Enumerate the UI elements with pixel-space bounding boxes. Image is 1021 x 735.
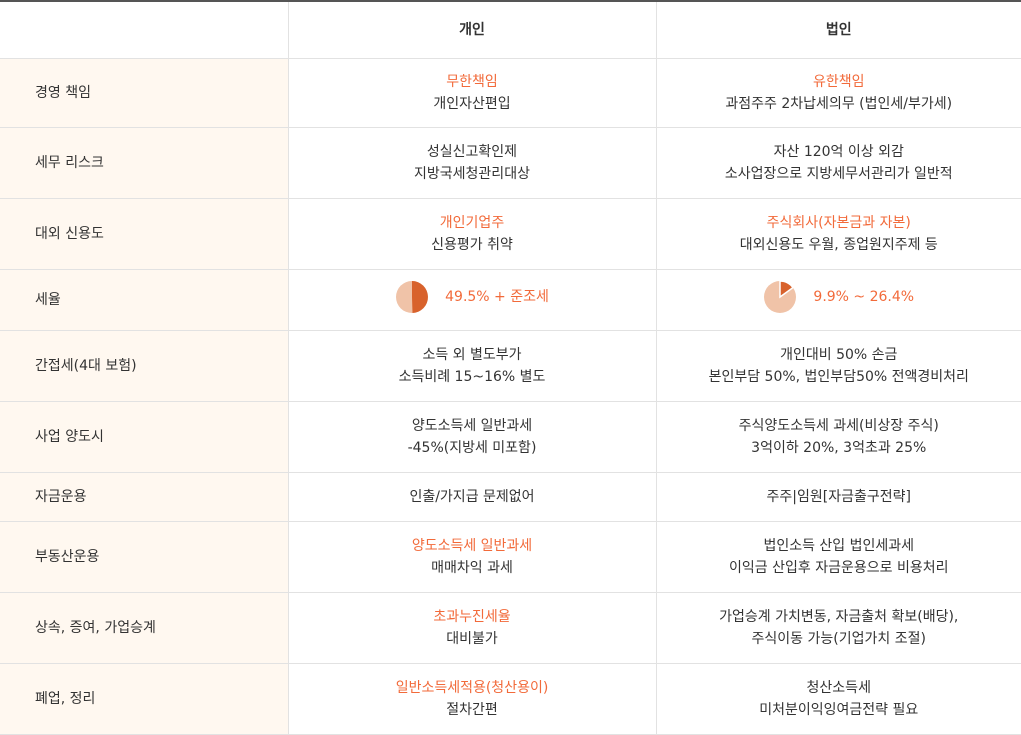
corporate-cell: 자산 120억 이상 외감 소사업장으로 지방세무서관리가 일반적 xyxy=(655,127,1021,199)
personal-detail: 대비불가 xyxy=(446,631,498,647)
table-row: 부동산운용 양도소득세 일반과세 매매차익 과세 법인소득 산입 법인세과세 이… xyxy=(0,521,1021,593)
comparison-table: 개인 법인 경영 책임 무한책임 개인자산편입 유한책임 과점주주 2차납세의무… xyxy=(0,0,1021,735)
row-label: 세무 리스크 xyxy=(0,127,288,199)
personal-cell: 초과누진세율 대비불가 xyxy=(287,592,656,664)
table-row: 사업 양도시 양도소득세 일반과세 -45%(지방세 미포함) 주식양도소득세 … xyxy=(0,401,1021,473)
corporate-highlight: 주식회사(자본금과 자본) xyxy=(766,215,911,231)
corporate-line1: 가업승계 가치변동, 자금출처 확보(배당), xyxy=(719,609,959,625)
table-row: 자금운용 인출/가지급 문제없어 주주|임원[자금출구전략] xyxy=(0,472,1021,522)
header-row: 개인 법인 xyxy=(0,1,1021,59)
table-row: 폐업, 정리 일반소득세적용(청산용이) 절차간편 청산소득세 미처분이익잉여금… xyxy=(0,663,1021,735)
personal-highlight: 일반소득세적용(청산용이) xyxy=(395,680,549,696)
corporate-cell: 주주|임원[자금출구전략] xyxy=(655,472,1021,522)
corporate-detail: 대외신용도 우월, 종업원지주제 등 xyxy=(739,237,938,253)
header-blank xyxy=(0,1,288,59)
corporate-line2: 본인부담 50%, 법인부담50% 전액경비처리 xyxy=(708,369,969,385)
personal-line2: 소득비례 15~16% 별도 xyxy=(398,369,546,385)
header-corporate: 법인 xyxy=(655,1,1021,59)
personal-line1: 양도소득세 일반과세 xyxy=(411,418,533,434)
corporate-cell: 9.9% ~ 26.4% xyxy=(655,269,1021,331)
personal-cell: 양도소득세 일반과세 -45%(지방세 미포함) xyxy=(287,401,656,473)
corporate-detail: 과점주주 2차납세의무 (법인세/부가세) xyxy=(725,96,953,112)
personal-cell: 일반소득세적용(청산용이) 절차간편 xyxy=(287,663,656,735)
row-label: 폐업, 정리 xyxy=(0,663,288,735)
row-label: 사업 양도시 xyxy=(0,401,288,473)
table-row: 상속, 증여, 가업승계 초과누진세율 대비불가 가업승계 가치변동, 자금출처… xyxy=(0,592,1021,664)
corporate-line2: 주식이동 가능(기업가치 조절) xyxy=(751,631,926,647)
personal-cell: 인출/가지급 문제없어 xyxy=(287,472,656,522)
corporate-cell: 유한책임 과점주주 2차납세의무 (법인세/부가세) xyxy=(655,58,1021,128)
personal-cell: 49.5% + 준조세 xyxy=(287,269,656,331)
corporate-line1: 자산 120억 이상 외감 xyxy=(773,144,904,160)
corporate-tax-text: 9.9% ~ 26.4% xyxy=(813,288,915,305)
pie-slice xyxy=(412,280,429,313)
personal-tax-text: 49.5% + 준조세 xyxy=(445,288,549,305)
personal-detail: 개인자산편입 xyxy=(433,96,511,112)
corporate-cell: 법인소득 산입 법인세과세 이익금 산입후 자금운용으로 비용처리 xyxy=(655,521,1021,593)
row-label: 세율 xyxy=(0,269,288,331)
corporate-line1: 개인대비 50% 손금 xyxy=(780,347,898,363)
personal-line1: 인출/가지급 문제없어 xyxy=(409,489,535,505)
corporate-line1: 법인소득 산입 법인세과세 xyxy=(763,538,915,554)
corporate-line2: 소사업장으로 지방세무서관리가 일반적 xyxy=(724,166,953,182)
corporate-line2: 3억이하 20%, 3억초과 25% xyxy=(751,440,927,456)
personal-highlight: 무한책임 xyxy=(446,74,498,90)
personal-cell: 개인기업주 신용평가 취약 xyxy=(287,198,656,270)
table-row: 세율 49.5% + 준조세 9.9% ~ 26.4% xyxy=(0,269,1021,331)
corporate-tax-rate: 9.9% ~ 26.4% xyxy=(763,279,915,314)
personal-cell: 성실신고확인제 지방국세청관리대상 xyxy=(287,127,656,199)
pie-chart-icon xyxy=(396,280,429,313)
row-label: 간접세(4대 보험) xyxy=(0,330,288,402)
pie-chart-icon xyxy=(764,279,797,313)
corporate-highlight: 유한책임 xyxy=(812,74,865,90)
personal-detail: 매매차익 과세 xyxy=(431,560,513,576)
personal-cell: 양도소득세 일반과세 매매차익 과세 xyxy=(287,521,656,593)
personal-highlight: 개인기업주 xyxy=(439,215,505,231)
table-row: 간접세(4대 보험) 소득 외 별도부가 소득비례 15~16% 별도 개인대비… xyxy=(0,330,1021,402)
personal-highlight: 양도소득세 일반과세 xyxy=(411,538,533,554)
row-label: 경영 책임 xyxy=(0,58,288,128)
header-personal: 개인 xyxy=(287,1,656,59)
row-label: 자금운용 xyxy=(0,472,288,522)
corporate-line2: 이익금 산입후 자금운용으로 비용처리 xyxy=(729,560,949,576)
row-label: 부동산운용 xyxy=(0,521,288,593)
personal-line1: 성실신고확인제 xyxy=(426,144,518,160)
personal-highlight: 초과누진세율 xyxy=(433,609,511,625)
corporate-cell: 개인대비 50% 손금 본인부담 50%, 법인부담50% 전액경비처리 xyxy=(655,330,1021,402)
personal-cell: 무한책임 개인자산편입 xyxy=(287,58,656,128)
corporate-cell: 가업승계 가치변동, 자금출처 확보(배당), 주식이동 가능(기업가치 조절) xyxy=(655,592,1021,664)
corporate-cell: 청산소득세 미처분이익잉여금전략 필요 xyxy=(655,663,1021,735)
row-label: 상속, 증여, 가업승계 xyxy=(0,592,288,664)
personal-tax-rate: 49.5% + 준조세 xyxy=(395,280,549,314)
personal-line2: 지방국세청관리대상 xyxy=(414,166,530,182)
corporate-cell: 주식회사(자본금과 자본) 대외신용도 우월, 종업원지주제 등 xyxy=(655,198,1021,270)
corporate-line1: 주식양도소득세 과세(비상장 주식) xyxy=(738,418,939,434)
table-row: 세무 리스크 성실신고확인제 지방국세청관리대상 자산 120억 이상 외감 소… xyxy=(0,127,1021,199)
corporate-line1: 주주|임원[자금출구전략] xyxy=(766,489,911,505)
table-row: 대외 신용도 개인기업주 신용평가 취약 주식회사(자본금과 자본) 대외신용도… xyxy=(0,198,1021,270)
corporate-line1: 청산소득세 xyxy=(806,680,871,696)
row-label: 대외 신용도 xyxy=(0,198,288,270)
personal-cell: 소득 외 별도부가 소득비례 15~16% 별도 xyxy=(287,330,656,402)
corporate-cell: 주식양도소득세 과세(비상장 주식) 3억이하 20%, 3억초과 25% xyxy=(655,401,1021,473)
table-row: 경영 책임 무한책임 개인자산편입 유한책임 과점주주 2차납세의무 (법인세/… xyxy=(0,58,1021,128)
personal-detail: 신용평가 취약 xyxy=(431,237,513,253)
personal-line1: 소득 외 별도부가 xyxy=(422,347,522,363)
personal-line2: -45%(지방세 미포함) xyxy=(407,440,537,456)
